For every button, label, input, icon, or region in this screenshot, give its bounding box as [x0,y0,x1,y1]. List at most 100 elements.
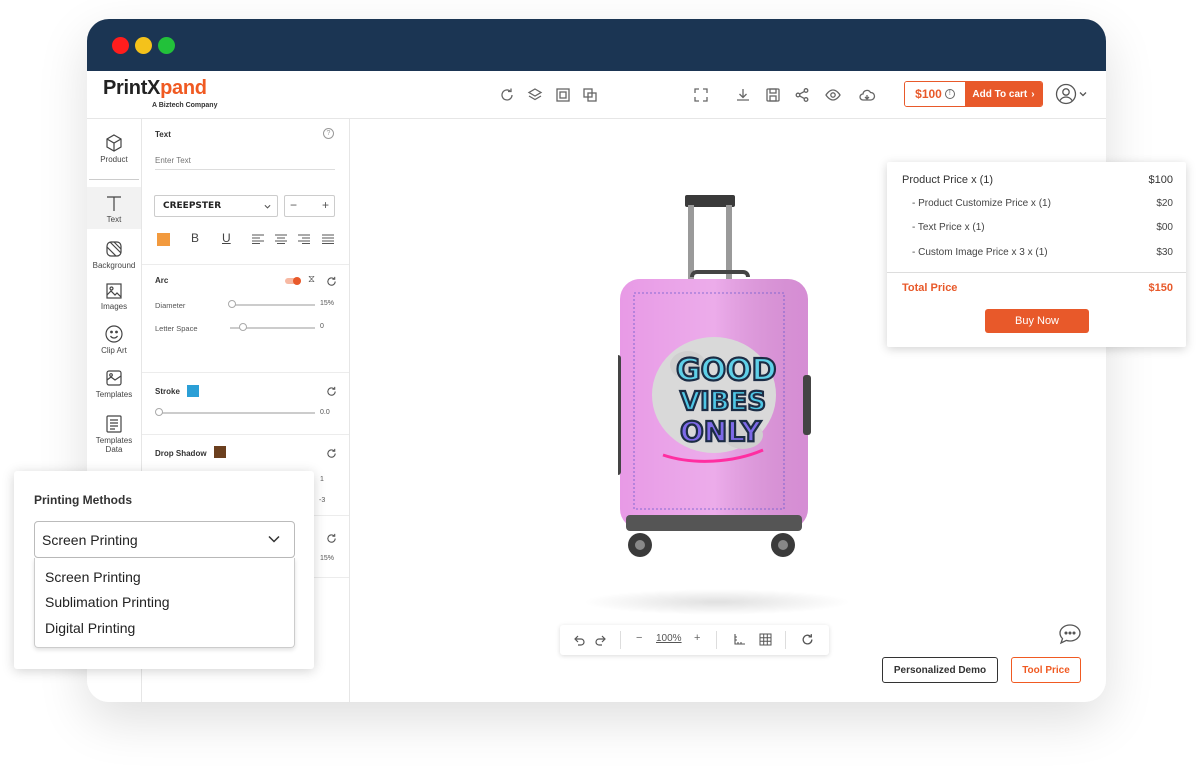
stroke-color-swatch[interactable] [187,385,199,397]
reset-icon[interactable] [326,386,337,397]
download-icon[interactable] [734,86,752,104]
brand-logo[interactable]: PrintXpand A Biztech Company [103,77,217,109]
nav-item-templates[interactable]: Templates [87,368,141,408]
price-item-row: - Custom Image Price x 3 x (1) $30 [912,247,1173,258]
reset-icon[interactable] [326,276,337,287]
save-icon[interactable] [764,86,782,104]
font-select[interactable]: CREEPSTER [154,195,278,217]
price-item-row: - Text Price x (1) $00 [912,222,1173,233]
nav-item-clip-art[interactable]: Clip Art [87,324,141,364]
flip-icon[interactable]: ⧖ [308,274,315,285]
app-header: PrintXpand A Biztech Company $100! Add T… [87,71,1106,119]
layers-icon[interactable] [526,86,544,104]
redo-icon[interactable] [595,634,607,646]
price-item-label: - Custom Image Price x 3 x (1) [912,247,1048,258]
total-price-value: $150 [1148,282,1173,294]
nav-item-templates-data[interactable]: Templates Data [87,414,141,460]
align-center-icon[interactable] [275,234,287,244]
price-item-label: - Product Customize Price x (1) [912,198,1051,209]
reset-view-icon[interactable] [801,633,814,646]
printing-method-select[interactable]: Screen Printing [34,521,295,558]
nav-item-text[interactable]: Text [87,187,141,229]
cube-icon [106,134,122,152]
text-color-swatch[interactable] [157,233,170,246]
grid-icon[interactable] [759,633,772,646]
image-icon [106,283,122,299]
product-price-value: $100 [1148,174,1173,186]
stroke-slider[interactable] [159,412,315,414]
stroke-slider-handle[interactable] [155,408,163,416]
zoom-toolbar: − 100% + [560,625,829,655]
duplicate-icon[interactable] [581,86,599,104]
ruler-icon[interactable] [733,633,746,646]
chevron-down-icon [268,535,280,543]
cloud-icon[interactable] [858,86,876,104]
price-item-value: $30 [1156,247,1173,258]
price-item-value: $20 [1156,198,1173,209]
stroke-value: 0.0 [320,409,330,416]
arc-toggle[interactable] [285,277,301,285]
undo-icon[interactable] [573,634,585,646]
suitcase-product-image[interactable]: GOOD VIBES ONLY [618,195,842,591]
nav-label-product: Product [100,155,128,164]
fullscreen-icon[interactable] [692,86,710,104]
window-titlebar [87,19,1106,71]
nav-label-images: Images [100,302,128,311]
diameter-value: 15% [320,300,335,307]
refresh-icon[interactable] [498,86,516,104]
close-window-dot[interactable] [112,37,129,54]
svg-text:GOOD: GOOD [676,353,777,388]
maximize-window-dot[interactable] [158,37,175,54]
user-menu[interactable] [1055,83,1087,105]
chat-icon[interactable] [1058,623,1082,650]
align-right-icon[interactable] [298,234,310,244]
frame-icon[interactable] [554,86,572,104]
product-price-label: Product Price x (1) [902,174,994,186]
tool-price-button[interactable]: Tool Price [1011,657,1081,683]
decrease-font-size-button[interactable]: − [290,198,297,212]
reset-icon[interactable] [326,533,337,544]
bold-icon[interactable]: B [191,231,199,245]
templates-data-icon [106,415,122,433]
increase-font-size-button[interactable]: + [322,198,329,212]
font-size-stepper[interactable]: − + [284,195,335,217]
minimize-window-dot[interactable] [135,37,152,54]
svg-text:VIBES: VIBES [680,387,766,417]
printing-method-option[interactable]: Digital Printing [45,620,135,636]
toolbar-divider [716,631,717,649]
letter-space-slider-handle[interactable] [239,323,247,331]
printing-method-option[interactable]: Screen Printing [45,569,141,585]
drop-shadow-value: 15% [320,555,335,562]
diameter-slider-handle[interactable] [228,300,236,308]
add-to-cart-button[interactable]: Add To cart › [965,82,1042,106]
zoom-in-button[interactable]: + [694,632,700,644]
chevron-down-icon [1079,92,1087,97]
text-input[interactable] [155,152,335,170]
nav-item-background[interactable]: Background [87,239,141,279]
toolbar-divider [620,631,621,649]
drop-shadow-value: -3 [319,497,326,504]
panel-divider [142,264,349,265]
share-icon[interactable] [793,86,811,104]
info-icon[interactable]: ! [944,89,955,99]
help-icon[interactable]: ? [323,128,334,139]
user-avatar-icon [1055,83,1077,105]
stroke-title: Stroke [155,387,180,396]
diameter-slider[interactable] [230,304,315,306]
underline-icon[interactable]: U [222,231,231,245]
nav-item-product[interactable]: Product [87,133,141,173]
nav-item-images[interactable]: Images [87,282,141,322]
drop-shadow-color-swatch[interactable] [214,446,226,458]
header-price: $100! [905,82,965,106]
zoom-level[interactable]: 100% [656,633,682,644]
preview-eye-icon[interactable] [824,86,842,104]
personalized-demo-button[interactable]: Personalized Demo [882,657,998,683]
nav-label-clip-art: Clip Art [101,346,127,355]
align-justify-icon[interactable] [322,234,334,244]
align-left-icon[interactable] [252,234,264,244]
zoom-out-button[interactable]: − [636,632,642,644]
templates-icon [106,370,122,386]
reset-icon[interactable] [326,448,337,459]
buy-now-button[interactable]: Buy Now [985,309,1089,333]
printing-method-option[interactable]: Sublimation Printing [45,594,170,610]
